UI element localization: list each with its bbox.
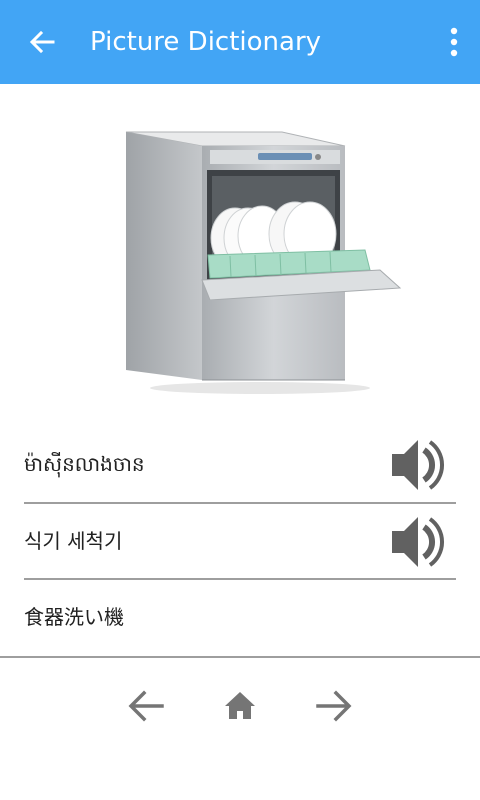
word-japanese: 食器洗い機 xyxy=(24,605,124,629)
home-icon[interactable] xyxy=(218,684,262,728)
page-title: Picture Dictionary xyxy=(90,27,322,57)
more-options-icon[interactable] xyxy=(440,24,468,60)
list-item: ម៉ាស៊ីនលាងចាន xyxy=(24,426,456,503)
previous-arrow-icon[interactable] xyxy=(124,684,168,728)
speaker-icon[interactable] xyxy=(390,513,448,571)
app-bar: Picture Dictionary xyxy=(0,0,480,84)
next-arrow-icon[interactable] xyxy=(312,684,356,728)
list-item: 식기 세척기 xyxy=(24,503,456,580)
list-item: 食器洗い機 xyxy=(24,579,456,656)
dishwasher-image xyxy=(125,131,402,394)
divider xyxy=(0,656,480,658)
speaker-icon[interactable] xyxy=(390,436,448,494)
back-arrow-icon[interactable] xyxy=(26,26,58,58)
word-khmer: ម៉ាស៊ីនលាងចាន xyxy=(24,452,145,476)
word-korean: 식기 세척기 xyxy=(24,529,123,553)
